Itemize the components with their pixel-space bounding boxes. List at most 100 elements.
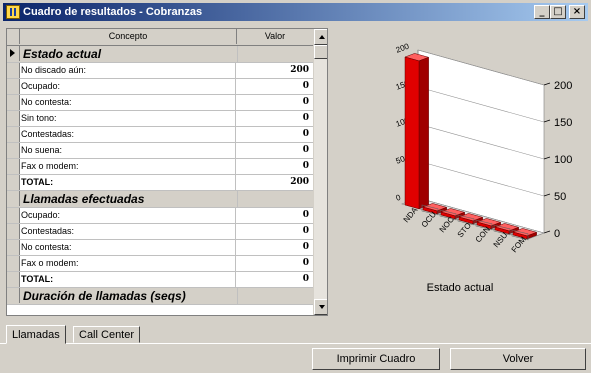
value-cell: 0 bbox=[302, 129, 309, 139]
concept-cell: No contesta: bbox=[21, 95, 236, 110]
right-tick-label: 150 bbox=[554, 117, 572, 129]
column-header-concepto[interactable]: Concepto bbox=[20, 29, 237, 44]
table-row[interactable]: No discado aún: 200 bbox=[7, 63, 313, 79]
grid-header: Concepto Valor bbox=[7, 29, 313, 46]
concept-cell: No suena: bbox=[21, 143, 236, 158]
right-tick-mark bbox=[543, 230, 551, 234]
right-tick-label: 200 bbox=[554, 80, 572, 92]
arrow-up-icon bbox=[319, 35, 325, 39]
minimize-button[interactable]: _ bbox=[534, 5, 550, 19]
row-selector[interactable] bbox=[7, 95, 20, 110]
concept-cell: Contestadas: bbox=[21, 127, 236, 142]
left-tick-label: 0 bbox=[395, 193, 403, 203]
total-row[interactable]: TOTAL: 200 bbox=[7, 175, 313, 191]
section-row[interactable]: Estado actual bbox=[7, 46, 313, 63]
back-button[interactable]: Volver bbox=[450, 348, 586, 370]
row-selector[interactable] bbox=[7, 111, 20, 126]
table-row[interactable]: Sin tono: 0 bbox=[7, 111, 313, 127]
value-cell: 200 bbox=[290, 177, 309, 187]
row-selector[interactable] bbox=[7, 127, 20, 142]
table-row[interactable]: Contestadas: 0 bbox=[7, 224, 313, 240]
right-tick-label: 100 bbox=[554, 154, 572, 166]
total-row[interactable]: TOTAL: 0 bbox=[7, 272, 313, 288]
tab-llamadas[interactable]: Llamadas bbox=[6, 325, 66, 344]
row-selector[interactable] bbox=[7, 63, 20, 78]
bar-chart-3d: 050100150200050100150200NDA OCU NOC STO CON N… bbox=[395, 41, 573, 254]
arrow-down-icon bbox=[319, 305, 325, 309]
value-cell: 0 bbox=[302, 97, 309, 107]
table-row[interactable]: No contesta: 0 bbox=[7, 240, 313, 256]
row-selector[interactable] bbox=[7, 143, 20, 158]
scroll-thumb[interactable] bbox=[314, 45, 327, 59]
section-title: Duración de llamadas (seqs) bbox=[23, 288, 238, 304]
right-tick-label: 0 bbox=[554, 228, 560, 240]
value-cell: 0 bbox=[302, 226, 309, 236]
app-icon bbox=[6, 5, 20, 19]
print-button[interactable]: Imprimir Cuadro bbox=[312, 348, 440, 370]
section-row[interactable]: Llamadas efectuadas bbox=[7, 191, 313, 208]
bar bbox=[404, 56, 420, 210]
column-header-valor[interactable]: Valor bbox=[237, 29, 313, 44]
table-row[interactable]: Fax o modem: 0 bbox=[7, 159, 313, 175]
window-title: Cuadro de resultados - Cobranzas bbox=[23, 6, 203, 18]
concept-cell: Sin tono: bbox=[21, 111, 236, 126]
row-selector[interactable] bbox=[7, 46, 20, 61]
section-title: Estado actual bbox=[23, 46, 238, 62]
row-selector[interactable] bbox=[7, 240, 20, 255]
grid-rows: Estado actual No discado aún: 200 Ocupado: 0… bbox=[7, 46, 313, 305]
close-button[interactable]: × bbox=[569, 5, 585, 19]
concept-cell: Contestadas: bbox=[21, 224, 236, 239]
results-window: Cuadro de resultados - Cobranzas _ □ × C… bbox=[0, 0, 591, 373]
value-cell: 0 bbox=[302, 113, 309, 123]
concept-cell: Ocupado: bbox=[21, 79, 236, 94]
value-cell: 0 bbox=[302, 210, 309, 220]
row-selector[interactable] bbox=[7, 288, 20, 303]
results-grid[interactable]: Concepto Valor Estado actual No discado a… bbox=[6, 28, 328, 316]
row-selector[interactable] bbox=[7, 224, 20, 239]
right-tick-mark bbox=[543, 193, 551, 197]
concept-cell: No discado aún: bbox=[21, 63, 236, 78]
section-row[interactable]: Duración de llamadas (seqs) bbox=[7, 288, 313, 305]
row-selector[interactable] bbox=[7, 191, 20, 206]
row-selector[interactable] bbox=[7, 159, 20, 174]
left-tick-label: 200 bbox=[395, 41, 411, 54]
concept-cell: No contesta: bbox=[21, 240, 236, 255]
concept-cell: Fax o modem: bbox=[21, 159, 236, 174]
value-cell: 0 bbox=[302, 274, 309, 284]
row-selector[interactable] bbox=[7, 272, 20, 287]
title-bar[interactable]: Cuadro de resultados - Cobranzas _ □ × bbox=[3, 3, 588, 21]
chart-panel: 0 50 100 150 200 0 50 100 150 200 NDA OCU NOC STO CON N… bbox=[338, 34, 582, 300]
table-row[interactable]: No contesta: 0 bbox=[7, 95, 313, 111]
scroll-down-button[interactable] bbox=[314, 299, 327, 315]
row-selector[interactable] bbox=[7, 256, 20, 271]
table-row[interactable]: Ocupado: 0 bbox=[7, 79, 313, 95]
row-selector[interactable] bbox=[7, 79, 20, 94]
tab-call-center[interactable]: Call Center bbox=[73, 326, 141, 343]
chart-title: Estado actual bbox=[426, 282, 494, 294]
current-row-arrow-icon bbox=[10, 49, 15, 57]
concept-cell: Ocupado: bbox=[21, 208, 236, 223]
grid-scrollbar[interactable] bbox=[313, 29, 327, 315]
bar-side-face bbox=[418, 56, 429, 210]
value-cell: 0 bbox=[302, 242, 309, 252]
value-cell: 0 bbox=[302, 161, 309, 171]
right-tick-mark bbox=[543, 82, 551, 86]
right-tick-label: 50 bbox=[554, 191, 566, 203]
scroll-up-button[interactable] bbox=[314, 29, 327, 45]
table-row[interactable]: No suena: 0 bbox=[7, 143, 313, 159]
section-title: Llamadas efectuadas bbox=[23, 191, 238, 207]
value-cell: 200 bbox=[290, 65, 309, 75]
value-cell: 0 bbox=[302, 145, 309, 155]
row-selector[interactable] bbox=[7, 208, 20, 223]
maximize-button[interactable]: □ bbox=[550, 5, 566, 19]
table-row[interactable]: Contestadas: 0 bbox=[7, 127, 313, 143]
concept-cell: TOTAL: bbox=[21, 175, 236, 190]
concept-cell: Fax o modem: bbox=[21, 256, 236, 271]
concept-cell: TOTAL: bbox=[21, 272, 236, 287]
table-row[interactable]: Fax o modem: 0 bbox=[7, 256, 313, 272]
value-cell: 0 bbox=[302, 81, 309, 91]
row-selector[interactable] bbox=[7, 175, 20, 190]
value-cell: 0 bbox=[302, 258, 309, 268]
row-selector-header bbox=[7, 29, 20, 44]
table-row[interactable]: Ocupado: 0 bbox=[7, 208, 313, 224]
